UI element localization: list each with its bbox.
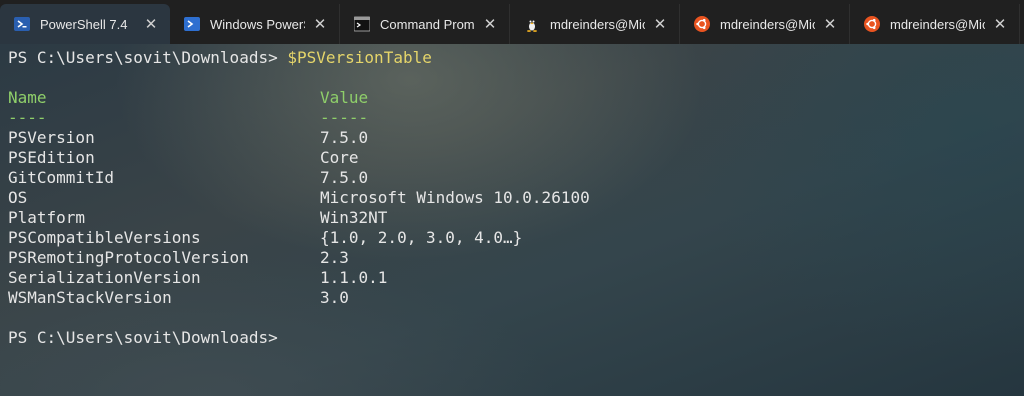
close-icon[interactable]: ✕ bbox=[651, 15, 669, 33]
terminal-window: PowerShell 7.4 ✕ Windows PowerS ✕ Comman… bbox=[0, 0, 1024, 396]
table-header: Name Value bbox=[8, 88, 590, 108]
close-icon[interactable]: ✕ bbox=[821, 15, 839, 33]
ubuntu-icon bbox=[864, 16, 880, 32]
cmd-icon bbox=[354, 16, 370, 32]
terminal-output[interactable]: PS C:\Users\sovit\Downloads> $PSVersionT… bbox=[0, 44, 1024, 396]
row-name: WSManStackVersion bbox=[8, 288, 172, 307]
row-name: OS bbox=[8, 188, 28, 207]
row-value: 2.3 bbox=[320, 248, 349, 267]
row-name: PSRemotingProtocolVersion bbox=[8, 248, 249, 267]
header-value: Value bbox=[320, 88, 369, 107]
tab-label: mdreinders@Mic bbox=[890, 16, 985, 32]
row-name: PSVersion bbox=[8, 128, 95, 147]
prompt: PS C:\Users\sovit\Downloads> bbox=[8, 48, 288, 67]
row-value: {1.0, 2.0, 3.0, 4.0…} bbox=[320, 228, 523, 247]
powershell-icon bbox=[14, 16, 30, 32]
table-row: PSVersion 7.5.0 bbox=[8, 128, 590, 148]
tab-ubuntu-session-1[interactable]: mdreinders@Mic ✕ bbox=[680, 4, 850, 44]
table-row: Platform Win32NT bbox=[8, 208, 590, 228]
table-row: GitCommitId 7.5.0 bbox=[8, 168, 590, 188]
command-line: PS C:\Users\sovit\Downloads> bbox=[8, 328, 590, 348]
tab-bar: PowerShell 7.4 ✕ Windows PowerS ✕ Comman… bbox=[0, 0, 1024, 44]
tab-label: mdreinders@Mic bbox=[720, 16, 815, 32]
powershell-icon bbox=[184, 16, 200, 32]
row-name: PSEdition bbox=[8, 148, 95, 167]
header-name: Name bbox=[8, 88, 47, 107]
tab-command-prompt[interactable]: Command Promp ✕ bbox=[340, 4, 510, 44]
tab-label: Command Promp bbox=[380, 16, 475, 32]
row-name: Platform bbox=[8, 208, 86, 227]
table-header-underline: ---- ----- bbox=[8, 108, 590, 128]
row-value: 1.1.0.1 bbox=[320, 268, 388, 287]
close-icon[interactable]: ✕ bbox=[311, 15, 329, 33]
command: $PSVersionTable bbox=[287, 48, 432, 67]
row-value: 7.5.0 bbox=[320, 168, 369, 187]
tab-windows-powershell[interactable]: Windows PowerS ✕ bbox=[170, 4, 340, 44]
linux-icon bbox=[524, 16, 540, 32]
close-icon[interactable]: ✕ bbox=[991, 15, 1009, 33]
underline-value: ----- bbox=[320, 108, 369, 127]
tab-linux-session[interactable]: mdreinders@Mic ✕ bbox=[510, 4, 680, 44]
close-icon[interactable]: ✕ bbox=[481, 15, 499, 33]
prompt: PS C:\Users\sovit\Downloads> bbox=[8, 328, 278, 347]
row-value: Win32NT bbox=[320, 208, 388, 227]
table-row: WSManStackVersion 3.0 bbox=[8, 288, 590, 308]
row-name: PSCompatibleVersions bbox=[8, 228, 201, 247]
tab-label: PowerShell 7.4 bbox=[40, 16, 128, 32]
underline-name: ---- bbox=[8, 108, 47, 127]
row-value: Microsoft Windows 10.0.26100 bbox=[320, 188, 590, 207]
close-icon[interactable]: ✕ bbox=[142, 15, 160, 33]
table-row: PSCompatibleVersions {1.0, 2.0, 3.0, 4.0…… bbox=[8, 228, 590, 248]
row-name: SerializationVersion bbox=[8, 268, 201, 287]
table-row: SerializationVersion 1.1.0.1 bbox=[8, 268, 590, 288]
table-row: OS Microsoft Windows 10.0.26100 bbox=[8, 188, 590, 208]
tab-ubuntu-session-2[interactable]: mdreinders@Mic ✕ bbox=[850, 4, 1020, 44]
table-row: PSRemotingProtocolVersion 2.3 bbox=[8, 248, 590, 268]
row-name: GitCommitId bbox=[8, 168, 114, 187]
tab-label: mdreinders@Mic bbox=[550, 16, 645, 32]
tab-powershell-74[interactable]: PowerShell 7.4 ✕ bbox=[0, 4, 170, 44]
row-value: 7.5.0 bbox=[320, 128, 369, 147]
row-value: 3.0 bbox=[320, 288, 349, 307]
ubuntu-icon bbox=[694, 16, 710, 32]
tab-label: Windows PowerS bbox=[210, 16, 305, 32]
table-row: PSEdition Core bbox=[8, 148, 590, 168]
row-value: Core bbox=[320, 148, 359, 167]
command-line: PS C:\Users\sovit\Downloads> $PSVersionT… bbox=[8, 48, 590, 68]
